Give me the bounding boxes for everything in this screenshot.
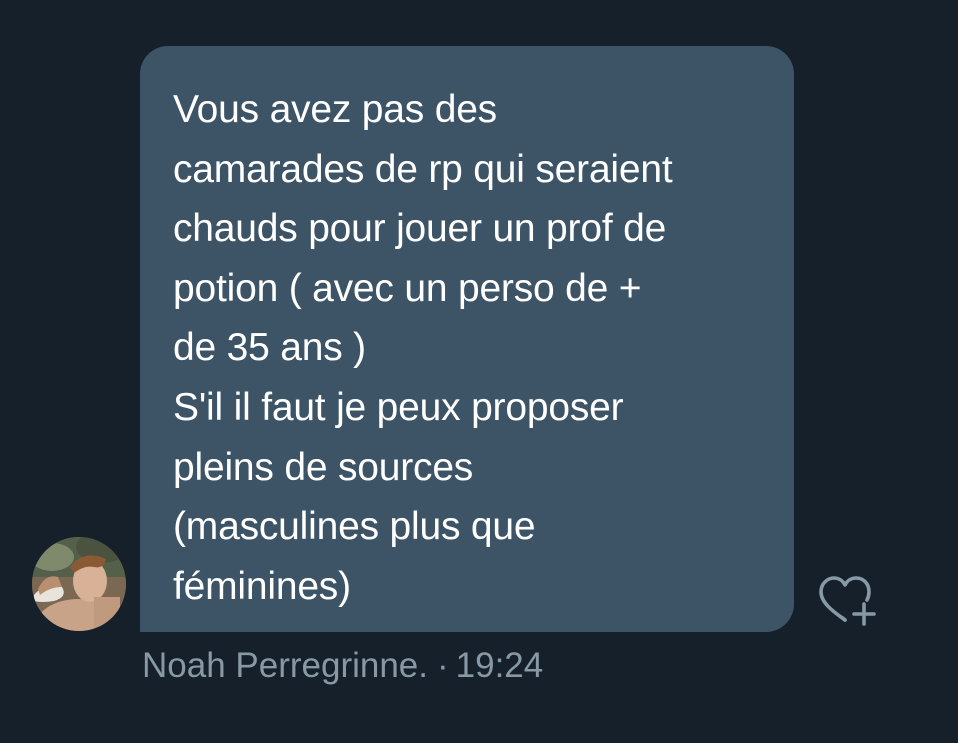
- meta-separator: ·: [437, 646, 449, 685]
- message-text-line: féminines): [173, 564, 351, 608]
- message-text-line: camarades de rp qui seraient: [173, 147, 673, 191]
- heart-plus-icon: [819, 576, 876, 626]
- avatar-photo: [32, 537, 126, 631]
- sender-avatar[interactable]: [32, 537, 126, 631]
- message-text-line: (masculines plus que: [173, 505, 536, 549]
- message-timestamp: 19:24: [455, 646, 544, 685]
- message-text-line: chauds pour jouer un prof de: [173, 207, 667, 251]
- message-bubble[interactable]: Vous avez pas des camarades de rp qui se…: [140, 46, 794, 632]
- received-message-row: Vous avez pas des camarades de rp qui se…: [0, 0, 958, 743]
- message-text-line: Vous avez pas des: [173, 88, 497, 131]
- message-text-line: de 35 ans ): [173, 326, 366, 370]
- sender-name[interactable]: Noah Perregrinne.: [142, 646, 428, 685]
- message-text-line: pleins de sources: [173, 445, 474, 489]
- message-text-line: potion ( avec un perso de +: [173, 266, 642, 310]
- dm-conversation-view: Vous avez pas des camarades de rp qui se…: [0, 0, 958, 743]
- add-reaction-button[interactable]: [817, 574, 881, 632]
- message-meta: Noah Perregrinne. · 19:24: [142, 645, 543, 687]
- message-text-line: S'il il faut je peux proposer: [173, 385, 624, 429]
